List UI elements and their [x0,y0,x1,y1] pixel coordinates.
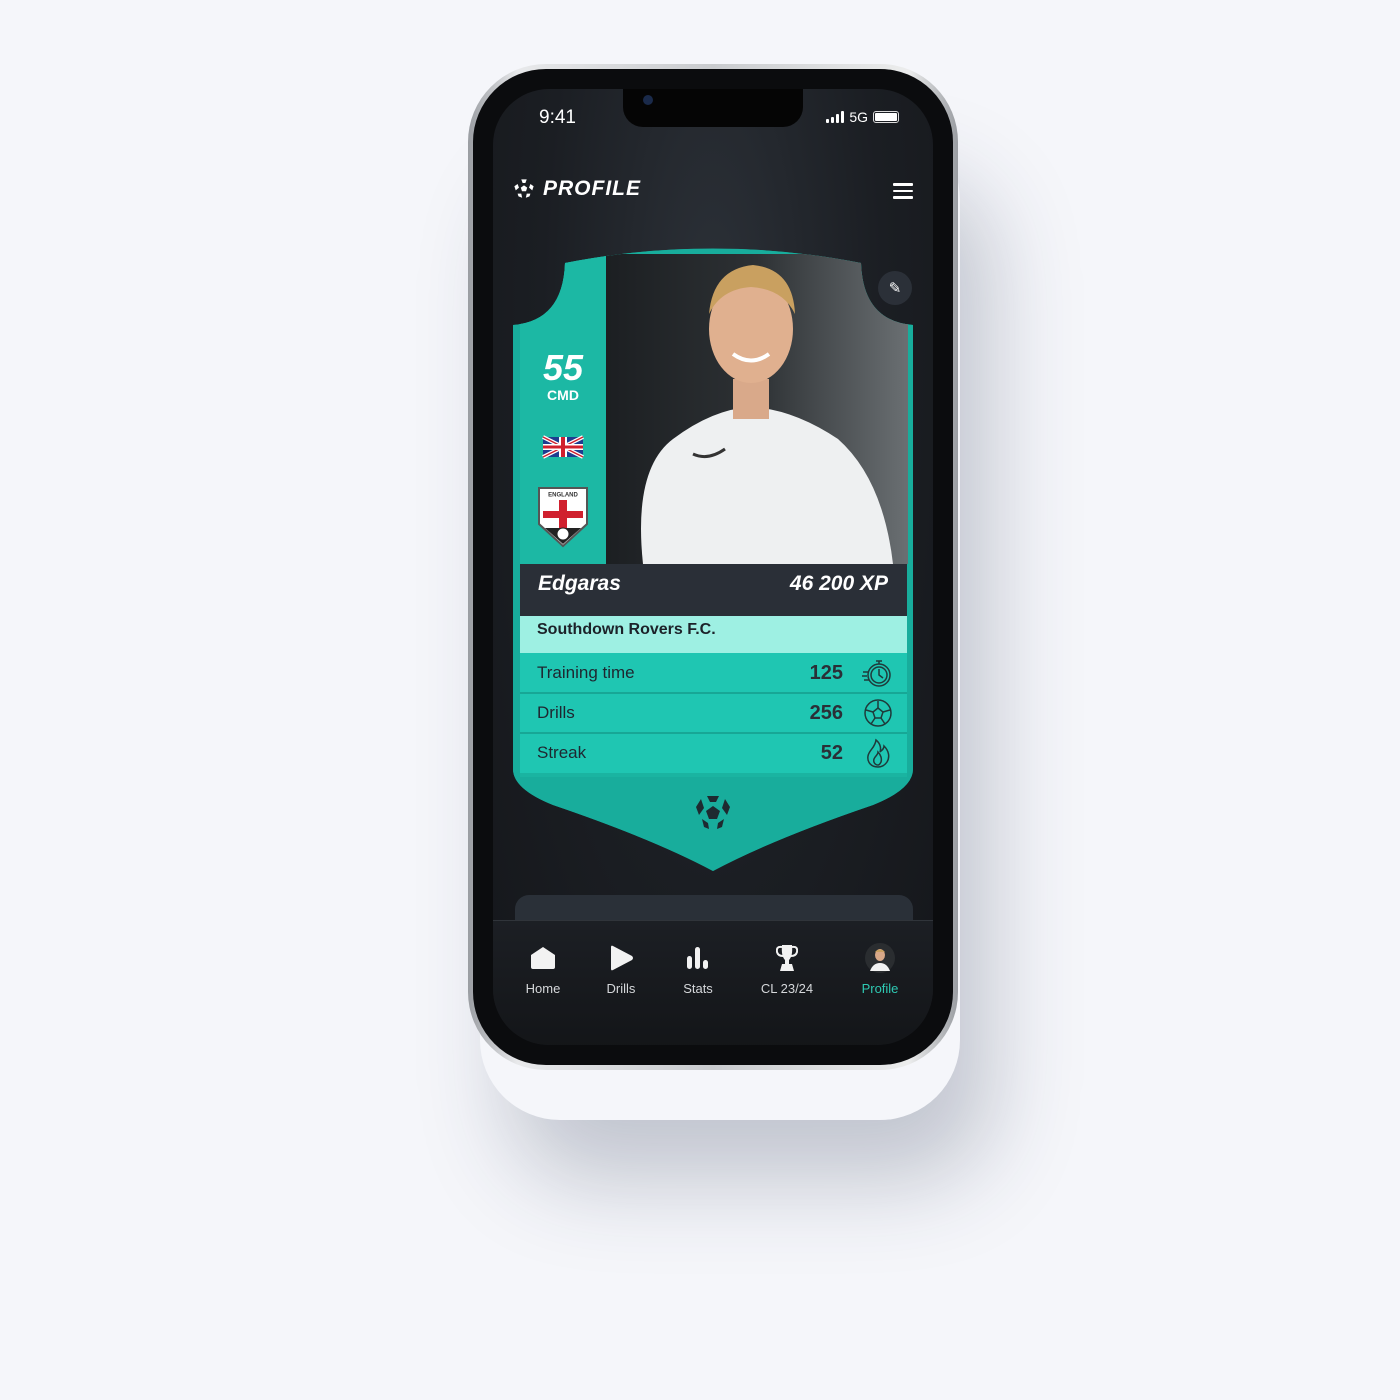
stat-row-streak: Streak 52 [520,733,907,773]
edit-button[interactable]: ✎ [878,271,912,305]
flame-icon [867,738,890,768]
phone-frame: 9:41 5G PROFILE ENGLAND ✎ 55 CMD Edgaras… [468,64,958,1070]
home-icon [531,947,555,969]
stat-row-training-time: Training time 125 [520,653,907,693]
nav-stats[interactable]: Stats [658,943,738,996]
bottom-nav: Home Drills Stats CL 23/24 Profile [493,920,933,1045]
player-xp: 46 200 XP [789,572,888,595]
play-icon [611,945,633,971]
nav-home[interactable]: Home [503,943,583,996]
uk-flag-icon [542,435,584,459]
nav-drills[interactable]: Drills [581,943,661,996]
trophy-icon [776,945,798,971]
stopwatch-icon [862,660,891,687]
stat-row-drills: Drills 256 [520,693,907,733]
rating-value: 55 [542,347,584,388]
player-name: Edgaras [538,572,621,595]
football-icon [864,699,892,727]
avatar [865,943,895,973]
player-position: CMD [547,387,579,403]
nav-cl[interactable]: CL 23/24 [747,943,827,996]
pencil-icon: ✎ [888,279,902,297]
bar-chart-icon [687,947,708,969]
svg-text:ENGLAND: ENGLAND [548,493,578,499]
club-name: Southdown Rovers F.C. [537,621,716,638]
app-screen: 9:41 5G PROFILE ENGLAND ✎ 55 CMD Edgaras… [493,89,933,1045]
nav-profile[interactable]: Profile [840,943,920,996]
player-rating: 55 CMD [520,347,606,403]
